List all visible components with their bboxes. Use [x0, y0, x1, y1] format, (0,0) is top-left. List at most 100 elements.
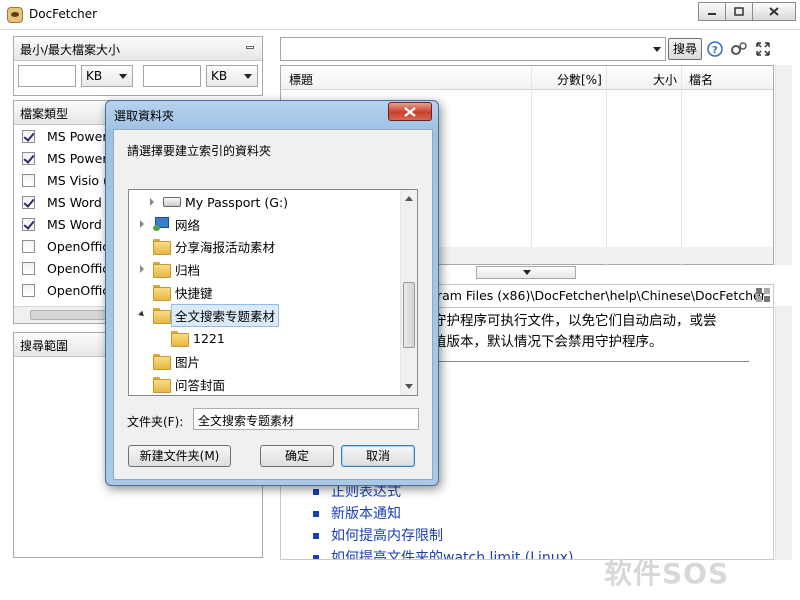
help-icon: ? [707, 41, 723, 57]
collapse-icon[interactable] [246, 46, 254, 49]
max-size-unit-select[interactable]: KB [206, 65, 258, 87]
dialog-close-button[interactable] [388, 102, 432, 121]
tree-item[interactable]: 归档 [137, 258, 200, 280]
preview-text: 守护程序可执行文件，以免它们自动启动，或尝 植版本，默认情况下会禁用守护程序。 [433, 311, 717, 353]
checkbox[interactable] [22, 173, 35, 187]
tree-item-label: My Passport (G:) [185, 194, 289, 210]
maximize-button[interactable] [725, 2, 753, 21]
preview-splitter[interactable] [476, 266, 576, 279]
preferences-button[interactable] [730, 40, 748, 58]
chevron-down-icon [244, 74, 252, 79]
dialog-title: 選取資料夾 [114, 109, 175, 123]
column-divider [606, 66, 607, 266]
tree-item[interactable]: 图片 [137, 350, 200, 372]
min-size-input[interactable] [18, 65, 76, 87]
scroll-down-icon[interactable] [405, 384, 413, 389]
preview-toggle-button[interactable] [755, 287, 773, 305]
drive-icon [163, 197, 181, 207]
tree-item[interactable]: 网络 [137, 213, 200, 235]
checkbox[interactable] [22, 129, 35, 143]
scrollbar-thumb[interactable] [403, 282, 415, 348]
app-icon [7, 7, 23, 23]
preview-text-line: 植版本，默认情况下会禁用守护程序。 [433, 334, 663, 350]
window-title: DocFetcher [29, 7, 98, 21]
column-header-score[interactable]: 分數[%] [557, 71, 602, 88]
preview-link[interactable]: 如何提高文件夹的watch limit (Linux) [313, 547, 573, 559]
file-type-label: MS Visio ( [47, 172, 108, 188]
tree-item[interactable]: 1221 [155, 327, 225, 349]
tree-item-label: 分享海报活动素材 [175, 239, 276, 255]
chevron-down-icon[interactable] [653, 47, 661, 52]
cancel-button[interactable]: 取消 [341, 445, 415, 467]
help-button[interactable]: ? [706, 40, 724, 58]
expand-icon [756, 42, 770, 56]
tree-item[interactable]: My Passport (G:) [147, 191, 288, 213]
tree-item-selected[interactable]: 全文搜索专题素材 [137, 303, 280, 327]
preview-vscrollbar[interactable] [775, 306, 792, 560]
results-vscrollbar[interactable] [775, 65, 792, 265]
tree-item-label: 快捷键 [175, 285, 213, 301]
collapse-icon[interactable] [137, 309, 149, 321]
close-icon [404, 106, 416, 117]
chevron-down-icon [523, 270, 531, 275]
close-icon [769, 7, 779, 16]
maximize-results-button[interactable] [754, 40, 772, 58]
chevron-down-icon [119, 74, 127, 79]
file-type-label: MS Word [47, 194, 102, 210]
grid-icon [756, 288, 770, 302]
folder-icon [153, 262, 171, 278]
folder-name-input[interactable]: 全文搜索专题素材 [193, 408, 419, 430]
checkbox[interactable] [22, 283, 35, 297]
column-divider [531, 66, 532, 266]
expand-icon[interactable] [147, 196, 159, 208]
file-size-panel-title: 最小/最大檔案大小 [20, 43, 121, 57]
min-size-unit-select[interactable]: KB [81, 65, 133, 87]
column-header-size[interactable]: 大小 [653, 71, 677, 88]
checkbox[interactable] [22, 151, 35, 165]
file-size-panel-header: 最小/最大檔案大小 [14, 37, 262, 61]
max-size-unit-value: KB [211, 69, 228, 83]
max-size-input[interactable] [143, 65, 201, 87]
tree-item-label: 问答封面 [175, 377, 226, 393]
search-button[interactable]: 搜尋 [668, 38, 702, 60]
tree-item-label: 归档 [175, 262, 201, 278]
expand-icon[interactable] [137, 218, 149, 230]
window-controls [698, 2, 796, 21]
tree-item-label: 网络 [175, 217, 201, 233]
tree-item[interactable]: 快捷键 [137, 281, 213, 303]
tree-item[interactable]: 分享海报活动素材 [137, 235, 275, 257]
title-bar: DocFetcher [0, 0, 800, 30]
file-type-label: MS Word [47, 216, 102, 232]
folder-icon [171, 331, 189, 347]
preview-link[interactable]: 新版本通知 [313, 503, 573, 525]
folder-tree-vscrollbar[interactable] [400, 190, 417, 395]
tree-item-label: 1221 [193, 330, 225, 346]
preview-link-list: 正则表达式 新版本通知 如何提高内存限制 如何提高文件夹的watch limit… [313, 481, 573, 559]
results-table-header: 標題 分數[%] 大小 檔名 [281, 66, 773, 90]
watermark: 软件SOS [604, 557, 730, 590]
checkbox[interactable] [22, 217, 35, 231]
ok-button[interactable]: 确定 [260, 445, 334, 467]
minimize-button[interactable] [698, 2, 726, 21]
checkbox[interactable] [22, 261, 35, 275]
column-divider [681, 66, 682, 266]
new-folder-button[interactable]: 新建文件夹(M) [128, 445, 231, 467]
column-header-filename[interactable]: 檔名 [689, 71, 713, 88]
folder-icon [153, 377, 171, 393]
file-size-panel: 最小/最大檔案大小 KB KB [13, 36, 263, 96]
expand-icon[interactable] [137, 263, 149, 275]
min-size-unit-value: KB [86, 69, 103, 83]
scroll-up-icon[interactable] [405, 196, 413, 201]
checkbox[interactable] [22, 195, 35, 209]
column-header-title[interactable]: 標題 [289, 71, 313, 88]
tree-item[interactable]: 问答封面 [137, 373, 225, 395]
gear-icon [731, 42, 747, 55]
dialog-body: 請選擇要建立索引的資料夾 My Passport (G:) 网络 分享海报活动素… [113, 129, 433, 480]
close-button[interactable] [752, 2, 796, 21]
preview-link[interactable]: 如何提高内存限制 [313, 525, 573, 547]
search-scope-panel-title: 搜尋範圍 [20, 339, 69, 353]
checkbox[interactable] [22, 239, 35, 253]
svg-text:?: ? [712, 45, 718, 56]
restore-icon [734, 7, 744, 16]
search-input[interactable] [280, 37, 666, 61]
